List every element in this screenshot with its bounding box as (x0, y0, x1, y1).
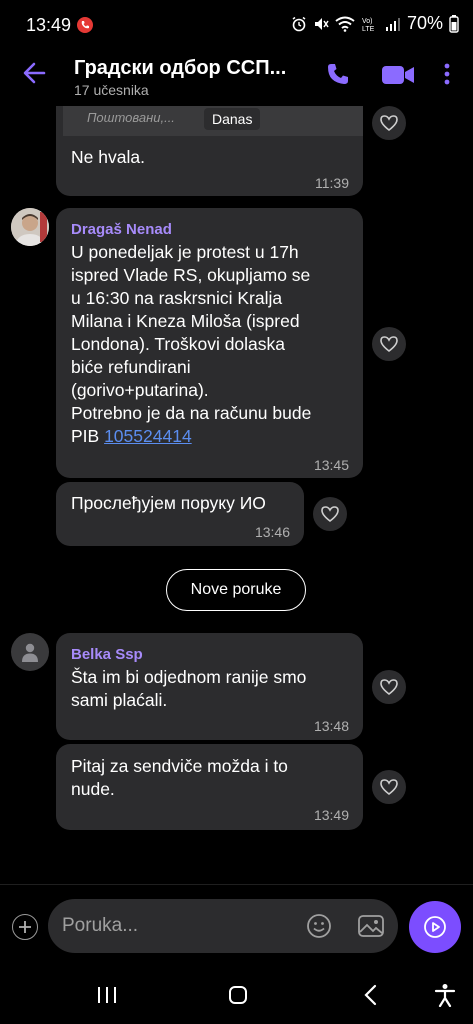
heart-icon[interactable] (372, 106, 406, 140)
quoted-text: Поштовани,... (87, 110, 175, 125)
participants-count[interactable]: 17 učesnika (74, 82, 149, 98)
heart-icon[interactable] (372, 770, 406, 804)
avatar[interactable] (11, 633, 49, 671)
heart-icon[interactable] (372, 327, 406, 361)
heart-icon[interactable] (372, 670, 406, 704)
emoji-icon[interactable] (306, 913, 332, 939)
plus-icon[interactable] (12, 914, 38, 940)
chat-title[interactable]: Градски одбор ССП... (74, 57, 304, 80)
message-text: Pitaj za sendviče možda i to nude. (71, 756, 288, 799)
status-bar: 13:49 Vo) LTE 70% (0, 0, 473, 48)
message-time: 13:49 (313, 807, 349, 823)
system-navigation-bar (0, 964, 473, 1024)
volte-icon: Vo)LTE (362, 18, 375, 32)
chat-header: Градски одбор ССП... 17 učesnika (0, 48, 473, 106)
message-time: 13:45 (313, 457, 349, 473)
mute-icon (314, 17, 329, 30)
composer (0, 884, 473, 964)
phone-icon[interactable] (326, 62, 350, 86)
more-icon[interactable] (443, 62, 451, 86)
pib-link[interactable]: 105524414 (104, 426, 192, 446)
signal-icon (385, 17, 400, 31)
date-chip: Danas (204, 108, 261, 130)
new-messages-button[interactable]: Nove poruke (166, 569, 306, 611)
message-text: Ne hvala. (71, 147, 145, 167)
send-icon[interactable] (409, 901, 461, 953)
sender-name[interactable]: Belka Ssp (71, 643, 143, 666)
message-text: U ponedeljak je protest u 17h ispred Vla… (71, 241, 311, 448)
message-body: U ponedeljak je protest u 17h ispred Vla… (71, 242, 312, 446)
back-arrow-icon[interactable] (22, 60, 48, 86)
message-input-wrapper (48, 899, 398, 953)
svg-text:Vo): Vo) (362, 18, 373, 25)
recents-icon[interactable] (94, 982, 120, 1008)
heart-icon[interactable] (313, 497, 347, 531)
battery-level: 70% (406, 13, 443, 33)
message-time: 13:48 (313, 718, 349, 734)
status-time: 13:49 (26, 15, 72, 35)
home-icon[interactable] (225, 982, 251, 1008)
wifi-icon (335, 16, 355, 32)
message-bubble[interactable]: Belka Ssp Šta im bi odjednom ranije smo … (56, 633, 363, 740)
back-icon[interactable] (358, 982, 384, 1008)
person-icon (22, 643, 38, 662)
status-icons: Vo) LTE 70% (291, 13, 459, 34)
battery-icon (449, 14, 459, 33)
message-bubble[interactable]: Pitaj za sendviče možda i to nude. 13:49 (56, 744, 363, 830)
accessibility-icon[interactable] (432, 982, 458, 1008)
message-bubble[interactable]: Dragaš Nenad U ponedeljak je protest u 1… (56, 208, 363, 478)
avatar[interactable] (11, 208, 49, 246)
message-time: 11:39 (315, 175, 349, 191)
video-icon[interactable] (381, 63, 415, 87)
alarm-icon (292, 16, 306, 31)
ongoing-call-icon (77, 17, 93, 33)
message-bubble[interactable]: Прослеђујем поруку ИО 13:46 (56, 482, 304, 546)
message-list[interactable]: Ne hvala. 11:39 Поштовани,... Danas Drag… (0, 106, 473, 884)
svg-text:LTE: LTE (362, 26, 375, 32)
message-time: 13:46 (254, 524, 290, 540)
message-text: Šta im bi odjednom ranije smo sami plaća… (71, 667, 307, 710)
sender-name[interactable]: Dragaš Nenad (71, 218, 172, 241)
message-input[interactable] (62, 912, 292, 940)
gallery-icon[interactable] (357, 913, 385, 939)
message-text: Прослеђујем поруку ИО (71, 493, 266, 513)
